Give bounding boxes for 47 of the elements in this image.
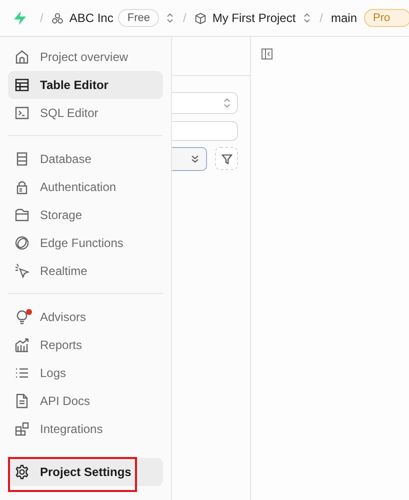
blocks-icon	[14, 421, 30, 437]
chart-icon	[14, 337, 30, 353]
breadcrumb-separator: /	[320, 11, 324, 25]
lightbulb-icon	[14, 309, 30, 325]
branch-name[interactable]: main	[331, 11, 358, 25]
nav-item[interactable]: Realtime	[8, 257, 163, 285]
bolt-logo-icon[interactable]	[12, 10, 28, 26]
cube-icon	[194, 12, 208, 24]
nav-item[interactable]: Table Editor	[8, 71, 163, 99]
home-icon	[14, 49, 30, 65]
database-icon	[14, 151, 30, 167]
breadcrumb-separator: /	[182, 11, 186, 25]
document-icon	[14, 393, 30, 409]
nav-item[interactable]: SQL Editor	[8, 99, 163, 127]
nav-item[interactable]: Logs	[8, 359, 163, 387]
nav-item[interactable]: Project Settings	[8, 458, 163, 486]
terminal-icon	[14, 105, 30, 121]
nav-item[interactable]: Authentication	[8, 173, 163, 201]
org-name[interactable]: ABC Inc	[69, 11, 114, 25]
nav-item[interactable]: Reports	[8, 331, 163, 359]
plan-badge: Free	[118, 9, 159, 27]
double-chevron-icon	[190, 154, 200, 164]
filter-button[interactable]	[215, 147, 238, 170]
nav-item[interactable]: Project overview	[8, 43, 163, 71]
nav-item[interactable]: API Docs	[8, 387, 163, 415]
cursor-icon	[14, 263, 30, 279]
search-field[interactable]	[172, 121, 238, 141]
nav-item[interactable]: Edge Functions	[8, 229, 163, 257]
nav-item[interactable]: Advisors	[8, 303, 163, 331]
project-name[interactable]: My First Project	[212, 11, 296, 25]
nav-item[interactable]: Integrations	[8, 415, 163, 443]
chevron-updown-icon	[223, 97, 231, 109]
breadcrumb-separator: /	[40, 11, 44, 25]
collapse-panel-icon[interactable]	[261, 48, 273, 60]
chevron-updown-icon[interactable]	[302, 12, 311, 24]
lock-icon	[14, 179, 30, 195]
globe-icon	[14, 235, 30, 251]
settings-icon	[14, 464, 30, 480]
nav-item[interactable]: Storage	[8, 201, 163, 229]
chevron-updown-icon[interactable]	[166, 12, 174, 24]
org-icon	[51, 12, 64, 24]
environment-badge: Pro	[364, 9, 409, 27]
sort-select[interactable]	[172, 147, 207, 171]
filter-icon	[220, 152, 232, 164]
folder-icon	[14, 207, 30, 223]
table-icon	[14, 77, 30, 93]
nav-item[interactable]: Database	[8, 145, 163, 173]
